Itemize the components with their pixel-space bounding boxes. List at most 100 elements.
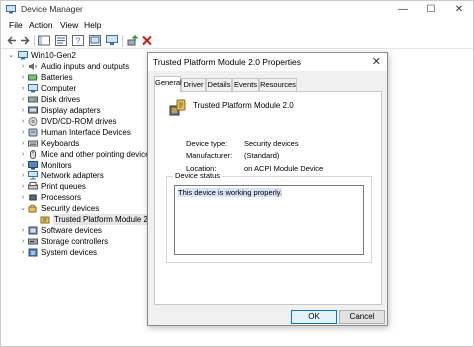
expand-arrow-icon[interactable]: › bbox=[19, 72, 27, 83]
svg-text:?: ? bbox=[76, 37, 81, 46]
tree-root-label: Win10-Gen2 bbox=[31, 51, 76, 60]
help-icon[interactable]: ? bbox=[72, 35, 84, 46]
manufacturer-value: (Standard) bbox=[244, 151, 280, 160]
tree-item-label: Computer bbox=[41, 83, 77, 93]
show-hide-icon[interactable] bbox=[38, 35, 50, 46]
tree-item[interactable]: › Display adapters bbox=[1, 105, 146, 116]
update-driver-icon[interactable] bbox=[127, 35, 139, 46]
disk-icon bbox=[28, 95, 38, 104]
tree-item-label: Human Interface Devices bbox=[41, 127, 131, 137]
minimize-button[interactable]: — bbox=[389, 1, 417, 18]
device-status-label: Device status bbox=[173, 171, 223, 180]
menu-file[interactable]: File bbox=[9, 20, 23, 30]
expand-arrow-icon[interactable]: › bbox=[19, 225, 27, 236]
monitor-icon bbox=[28, 160, 38, 170]
manufacturer-label: Manufacturer: bbox=[186, 151, 233, 160]
tree-item-label: Print queues bbox=[41, 182, 86, 192]
collapse-arrow-icon[interactable]: ⌄ bbox=[7, 50, 15, 61]
device-status-text: This device is working properly. bbox=[178, 188, 283, 197]
hid-icon bbox=[28, 128, 38, 137]
uninstall-icon[interactable] bbox=[141, 35, 153, 46]
expand-arrow-icon[interactable]: › bbox=[19, 192, 27, 203]
tree-item[interactable]: Trusted Platform Module 2.0 bbox=[1, 214, 156, 226]
properties-icon[interactable] bbox=[55, 35, 67, 46]
dvd-icon bbox=[28, 116, 38, 126]
device-status-textbox[interactable]: This device is working properly. bbox=[174, 185, 364, 255]
tree-item-label: Monitors bbox=[41, 160, 72, 170]
tree-item[interactable]: › Keyboards bbox=[1, 138, 146, 149]
expand-arrow-icon[interactable]: › bbox=[19, 127, 27, 138]
expand-arrow-icon[interactable]: › bbox=[19, 181, 27, 192]
display-icon bbox=[28, 106, 38, 115]
ok-button[interactable]: OK bbox=[291, 310, 337, 324]
audio-icon bbox=[28, 62, 38, 71]
expand-arrow-icon[interactable]: › bbox=[19, 83, 27, 94]
device-type-value: Security devices bbox=[244, 139, 299, 148]
tree-item[interactable]: › Mice and other pointing devices bbox=[1, 149, 154, 160]
close-button[interactable]: ✕ bbox=[445, 1, 473, 18]
tree-item-label: Keyboards bbox=[41, 138, 80, 148]
dialog-close-button[interactable]: ✕ bbox=[372, 55, 381, 68]
tab-general[interactable]: General bbox=[154, 76, 182, 92]
tree-item[interactable]: › Monitors bbox=[1, 160, 146, 171]
general-tab-panel: Trusted Platform Module 2.0 Device type:… bbox=[154, 91, 382, 305]
show-hidden-icon[interactable] bbox=[89, 35, 101, 46]
device-manager-app-icon bbox=[6, 5, 16, 14]
tree-item-label: Display adapters bbox=[41, 105, 101, 115]
tree-item[interactable]: › DVD/CD-ROM drives bbox=[1, 116, 146, 127]
tree-item-label: Disk drives bbox=[41, 94, 81, 104]
expand-arrow-icon[interactable]: › bbox=[19, 61, 27, 72]
tpm-chip-icon bbox=[169, 99, 187, 117]
expand-arrow-icon[interactable]: › bbox=[19, 236, 27, 247]
tree-item[interactable]: › Print queues bbox=[1, 181, 146, 192]
tree-item[interactable]: › Batteries bbox=[1, 72, 146, 83]
cancel-button[interactable]: Cancel bbox=[339, 310, 385, 324]
tree-item[interactable]: › System devices bbox=[1, 247, 146, 258]
tree-root[interactable]: ⌄ Win10-Gen2 bbox=[1, 50, 141, 61]
tree-item-label: Storage controllers bbox=[41, 237, 109, 247]
back-icon[interactable] bbox=[6, 35, 18, 46]
processor-icon bbox=[28, 193, 38, 202]
software-icon bbox=[28, 226, 38, 235]
tab-driver[interactable]: Driver bbox=[181, 78, 206, 91]
printer-icon bbox=[28, 182, 38, 191]
tree-item[interactable]: › Processors bbox=[1, 192, 146, 203]
network-icon bbox=[28, 171, 38, 180]
window-title: Device Manager bbox=[21, 4, 83, 14]
tree-item[interactable]: › Network adapters bbox=[1, 170, 146, 181]
tree-item-label: Software devices bbox=[41, 226, 102, 236]
tree-item[interactable]: › Human Interface Devices bbox=[1, 127, 146, 138]
menu-bar: File Action View Help bbox=[1, 18, 473, 33]
tree-item[interactable]: › Audio inputs and outputs bbox=[1, 61, 146, 72]
expand-arrow-icon[interactable]: › bbox=[19, 149, 27, 160]
tree-item-label: Batteries bbox=[41, 72, 73, 82]
expand-arrow-icon[interactable]: › bbox=[19, 160, 27, 171]
tree-item[interactable]: › Disk drives bbox=[1, 94, 146, 105]
monitor-icon[interactable] bbox=[106, 35, 118, 46]
maximize-button[interactable]: ☐ bbox=[417, 1, 445, 18]
properties-dialog: Trusted Platform Module 2.0 Properties ✕… bbox=[147, 52, 388, 326]
tree-item[interactable]: › Computer bbox=[1, 83, 146, 94]
expand-arrow-icon[interactable]: › bbox=[19, 105, 27, 116]
tree-item[interactable]: › Storage controllers bbox=[1, 236, 146, 247]
forward-icon[interactable] bbox=[19, 35, 31, 46]
tab-resources[interactable]: Resources bbox=[259, 78, 297, 91]
expand-arrow-icon[interactable]: › bbox=[19, 170, 27, 181]
menu-view[interactable]: View bbox=[60, 20, 78, 30]
tree-item[interactable]: › Software devices bbox=[1, 225, 146, 236]
tree-item-label: Processors bbox=[41, 193, 82, 203]
expand-arrow-icon[interactable]: › bbox=[19, 247, 27, 258]
menu-action[interactable]: Action bbox=[29, 20, 53, 30]
expand-arrow-icon[interactable]: › bbox=[19, 116, 27, 127]
tab-events[interactable]: Events bbox=[232, 78, 259, 91]
device-manager-window: Device Manager — ☐ ✕ File Action View He… bbox=[0, 0, 474, 347]
collapse-arrow-icon[interactable]: ⌄ bbox=[19, 203, 27, 214]
menu-help[interactable]: Help bbox=[84, 20, 101, 30]
tree-item-label: System devices bbox=[41, 248, 98, 258]
expand-arrow-icon[interactable]: › bbox=[19, 138, 27, 149]
expand-arrow-icon[interactable]: › bbox=[19, 94, 27, 105]
tree-item[interactable]: ⌄ Security devices bbox=[1, 203, 146, 214]
tab-details[interactable]: Details bbox=[206, 78, 232, 91]
dialog-title-bar: Trusted Platform Module 2.0 Properties ✕ bbox=[148, 53, 387, 71]
computer-icon bbox=[28, 83, 38, 93]
